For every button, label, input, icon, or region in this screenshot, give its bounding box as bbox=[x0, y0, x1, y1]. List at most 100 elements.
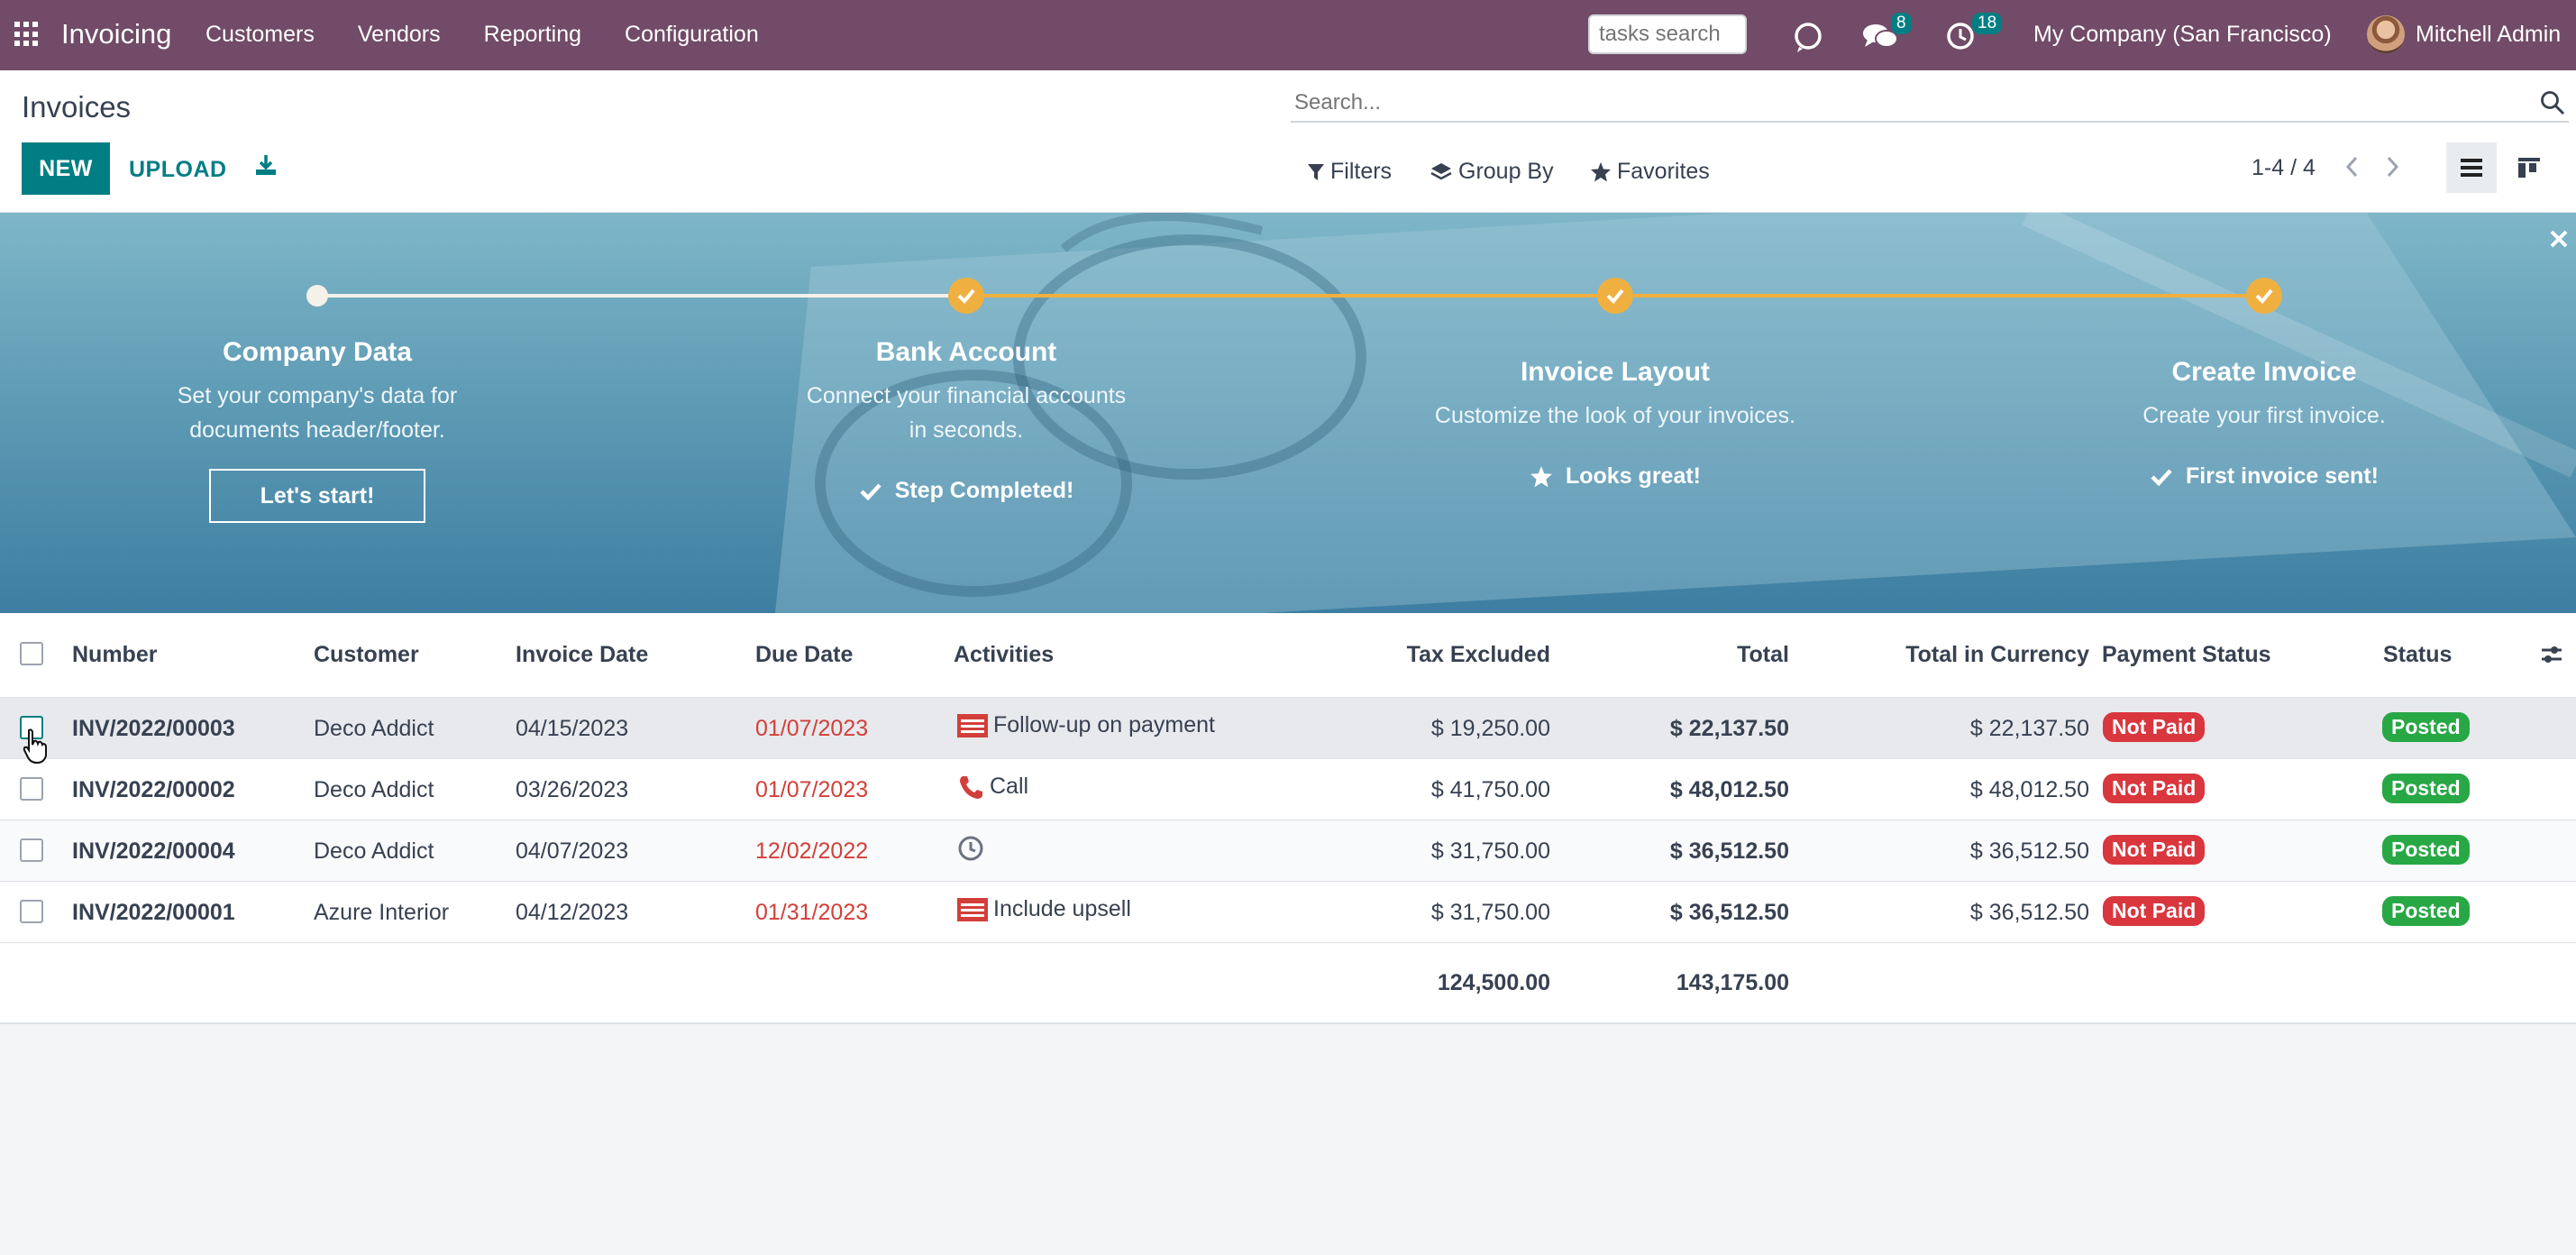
top-navbar: Invoicing Customers Vendors Reporting Co… bbox=[0, 0, 2576, 70]
cell-activity[interactable]: Follow-up on payment bbox=[957, 712, 1215, 738]
cell-activity[interactable]: Call bbox=[957, 774, 1028, 800]
kanban-view-icon bbox=[2518, 158, 2540, 178]
header-status[interactable]: Status bbox=[2383, 642, 2452, 668]
step-title: Bank Account bbox=[875, 337, 1057, 367]
filter-icon bbox=[1308, 163, 1324, 180]
status-badge: Posted bbox=[2382, 774, 2470, 803]
cell-invoice-date: 04/12/2023 bbox=[516, 900, 629, 925]
filters-label: Filters bbox=[1330, 159, 1393, 184]
optional-columns-icon[interactable] bbox=[2540, 644, 2563, 670]
header-tax-excluded[interactable]: Tax Excluded bbox=[1407, 642, 1550, 668]
apps-grid-icon[interactable] bbox=[14, 22, 40, 47]
discuss-refresh-icon[interactable] bbox=[1792, 20, 1824, 57]
header-payment-status[interactable]: Payment Status bbox=[2102, 642, 2271, 668]
payment-status-badge: Not Paid bbox=[2103, 774, 2206, 803]
clock-icon bbox=[958, 836, 983, 861]
step-description: Connect your financial accounts in secon… bbox=[806, 383, 1127, 443]
close-banner-icon[interactable] bbox=[2549, 229, 2569, 253]
status-badge: Posted bbox=[2382, 712, 2470, 742]
header-total-in-currency[interactable]: Total in Currency bbox=[1905, 642, 2089, 668]
step-title: Invoice Layout bbox=[1520, 357, 1711, 387]
filters-button[interactable]: Filters bbox=[1307, 159, 1392, 185]
lets-start-button[interactable]: Let's start! bbox=[209, 469, 425, 523]
cell-number: INV/2022/00001 bbox=[72, 900, 235, 925]
star-icon bbox=[1591, 161, 1611, 181]
cell-total: $ 36,512.50 bbox=[1669, 838, 1789, 864]
cell-total-in-currency: $ 22,137.50 bbox=[1969, 716, 2089, 741]
company-switcher[interactable]: My Company (San Francisco) bbox=[2033, 22, 2332, 48]
list-view-button[interactable] bbox=[2446, 142, 2497, 193]
header-customer[interactable]: Customer bbox=[314, 642, 419, 668]
star-icon bbox=[1530, 465, 1552, 487]
header-total[interactable]: Total bbox=[1737, 642, 1789, 668]
pager-value[interactable]: 1-4 / 4 bbox=[2252, 155, 2316, 181]
onboarding-banner: Company Data Set your company's data for… bbox=[0, 213, 2576, 613]
pager-previous-icon[interactable] bbox=[2342, 153, 2363, 185]
step-description: Customize the look of your invoices. bbox=[1434, 403, 1796, 428]
pager-next-icon[interactable] bbox=[2381, 153, 2403, 185]
header-number[interactable]: Number bbox=[72, 642, 157, 668]
activity-label: Include upsell bbox=[993, 896, 1131, 921]
tasks-search-input[interactable] bbox=[1588, 14, 1747, 54]
payment-status-badge: Not Paid bbox=[2103, 712, 2206, 742]
menu-vendors[interactable]: Vendors bbox=[358, 22, 441, 48]
step-bank-account: Bank Account Connect your financial acco… bbox=[714, 337, 1219, 506]
app-title[interactable]: Invoicing bbox=[61, 18, 171, 50]
step-done-text: Step Completed! bbox=[894, 478, 1074, 503]
invoices-list: Number Customer Invoice Date Due Date Ac… bbox=[0, 613, 2576, 1024]
cell-invoice-date: 04/07/2023 bbox=[516, 838, 629, 864]
check-icon bbox=[860, 482, 882, 500]
table-row[interactable]: INV/2022/00002 Deco Addict 03/26/2023 01… bbox=[0, 759, 2576, 820]
table-row[interactable]: INV/2022/00003 Deco Addict 04/15/2023 01… bbox=[0, 698, 2576, 759]
download-icon[interactable] bbox=[254, 153, 278, 181]
menu-reporting[interactable]: Reporting bbox=[484, 22, 581, 48]
row-checkbox[interactable] bbox=[20, 900, 43, 923]
header-activities[interactable]: Activities bbox=[954, 642, 1054, 668]
menu-configuration[interactable]: Configuration bbox=[625, 22, 759, 48]
cell-customer: Deco Addict bbox=[314, 777, 434, 802]
user-menu[interactable]: Mitchell Admin bbox=[2416, 22, 2561, 48]
favorites-label: Favorites bbox=[1617, 159, 1710, 184]
cell-total-in-currency: $ 36,512.50 bbox=[1969, 838, 2089, 864]
messages-count-badge: 8 bbox=[1891, 13, 1912, 34]
cell-customer: Deco Addict bbox=[314, 838, 434, 864]
user-avatar[interactable] bbox=[2367, 15, 2405, 53]
new-button[interactable]: NEW bbox=[22, 142, 110, 195]
breadcrumb: Invoices bbox=[22, 90, 132, 124]
favorites-button[interactable]: Favorites bbox=[1590, 159, 1710, 185]
layers-icon bbox=[1430, 162, 1452, 179]
status-badge: Posted bbox=[2382, 896, 2470, 926]
upload-button[interactable]: UPLOAD bbox=[129, 157, 227, 183]
search-input[interactable] bbox=[1294, 90, 2466, 115]
cell-activity[interactable]: Include upsell bbox=[957, 896, 1131, 922]
row-checkbox[interactable] bbox=[20, 777, 43, 801]
cell-activity[interactable] bbox=[957, 835, 990, 862]
cell-number: INV/2022/00002 bbox=[72, 777, 235, 802]
search-bar bbox=[1291, 83, 2569, 123]
activities-count-badge: 18 bbox=[1972, 13, 2003, 34]
cell-total: $ 36,512.50 bbox=[1669, 900, 1789, 925]
cell-due-date: 01/31/2023 bbox=[755, 900, 869, 925]
group-by-button[interactable]: Group By bbox=[1430, 159, 1554, 185]
select-all-checkbox[interactable] bbox=[20, 642, 43, 665]
cell-number: INV/2022/00004 bbox=[72, 838, 235, 864]
cell-due-date: 12/02/2022 bbox=[755, 838, 869, 864]
step-completed-label: Step Completed! bbox=[859, 478, 1074, 504]
cell-total: $ 48,012.50 bbox=[1669, 777, 1789, 802]
search-icon[interactable] bbox=[2540, 90, 2565, 120]
table-row[interactable]: INV/2022/00001 Azure Interior 04/12/2023… bbox=[0, 882, 2576, 943]
cell-total-in-currency: $ 48,012.50 bbox=[1969, 777, 2089, 802]
table-row[interactable]: INV/2022/00004 Deco Addict 04/07/2023 12… bbox=[0, 820, 2576, 882]
step-create-invoice: Create Invoice Create your first invoice… bbox=[2012, 357, 2517, 491]
total-tax-excluded: 124,500.00 bbox=[1437, 970, 1550, 995]
cell-invoice-date: 03/26/2023 bbox=[516, 777, 629, 802]
row-checkbox[interactable] bbox=[20, 838, 43, 862]
row-checkbox[interactable] bbox=[20, 716, 43, 739]
kanban-view-button[interactable] bbox=[2504, 142, 2554, 193]
check-icon bbox=[2151, 468, 2172, 486]
step-title: Company Data bbox=[222, 337, 413, 367]
header-invoice-date[interactable]: Invoice Date bbox=[516, 642, 648, 668]
activity-label: Follow-up on payment bbox=[993, 712, 1215, 737]
header-due-date[interactable]: Due Date bbox=[755, 642, 853, 668]
menu-customers[interactable]: Customers bbox=[206, 22, 315, 48]
